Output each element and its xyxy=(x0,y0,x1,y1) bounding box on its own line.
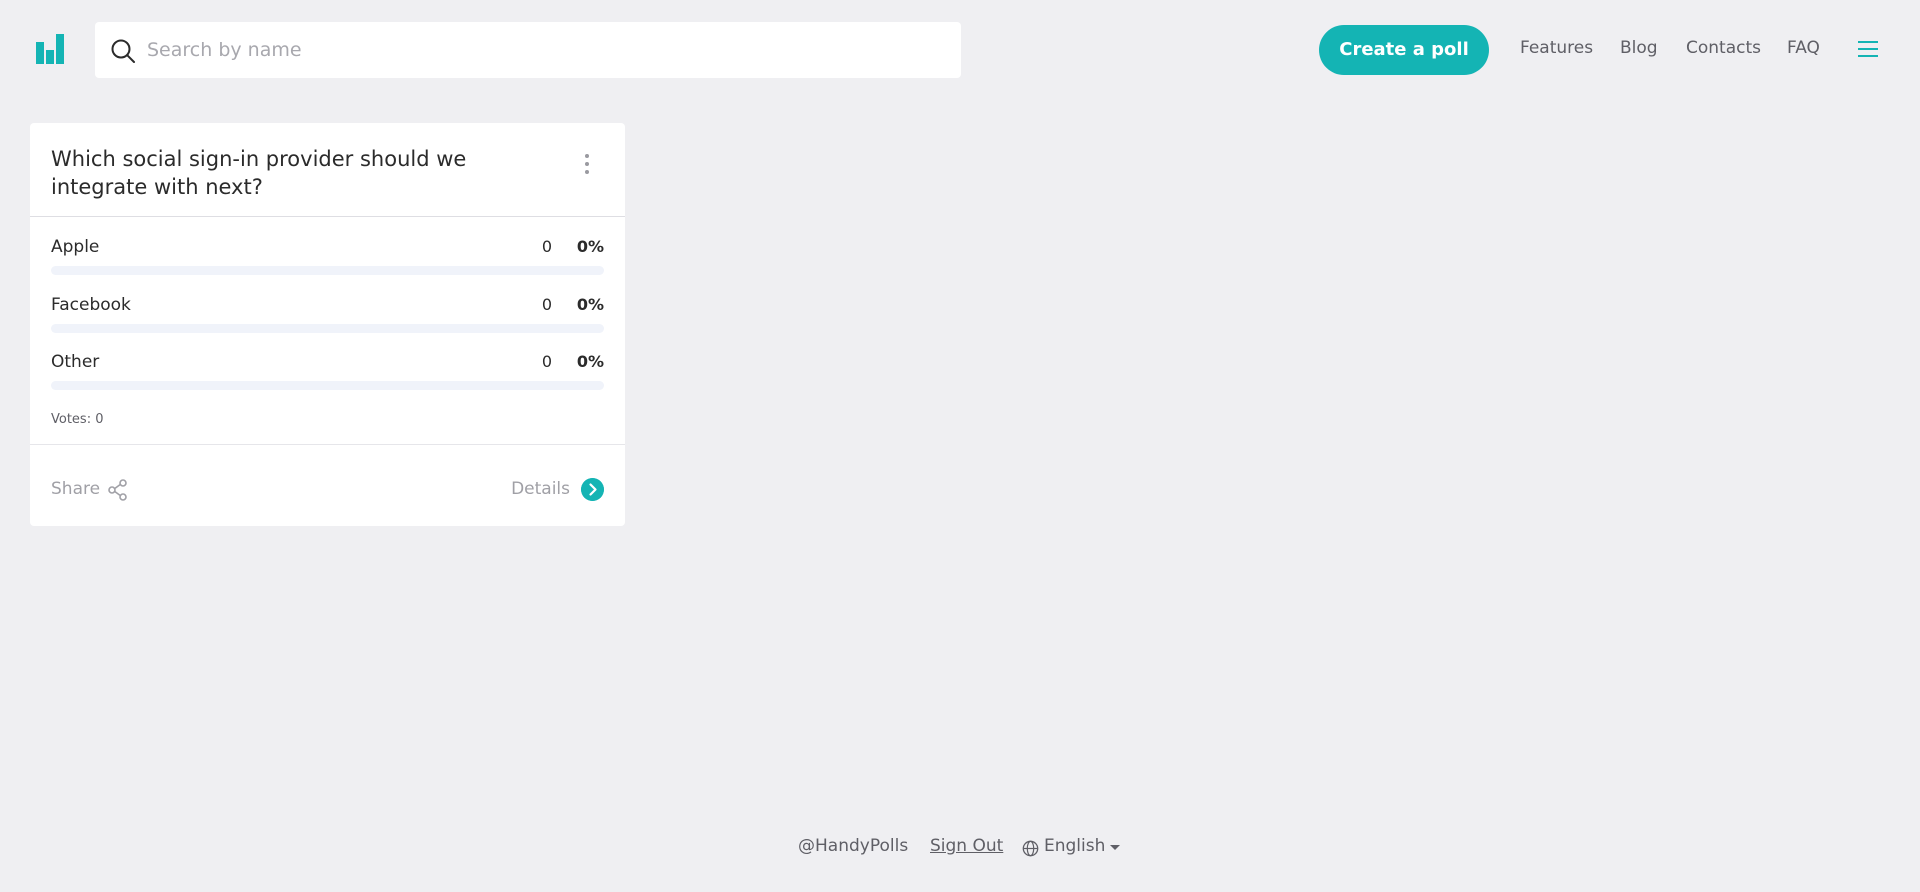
poll-card: Which social sign-in provider should we … xyxy=(30,123,625,526)
search-box[interactable] xyxy=(95,22,961,78)
language-label: English xyxy=(1044,836,1106,856)
create-poll-button[interactable]: Create a poll xyxy=(1319,25,1489,75)
share-icon xyxy=(108,479,127,501)
share-label: Share xyxy=(51,479,101,499)
poll-option: Facebook 0 0% xyxy=(51,295,604,335)
search-icon xyxy=(111,39,135,63)
option-percent: 0% xyxy=(576,295,604,314)
chevron-right-icon xyxy=(581,478,604,501)
poll-option: Other 0 0% xyxy=(51,352,604,392)
divider xyxy=(30,444,625,445)
option-progress-bar xyxy=(51,381,604,390)
option-count: 0 xyxy=(541,295,552,314)
nav-blog[interactable]: Blog xyxy=(1620,38,1658,58)
poll-option: Apple 0 0% xyxy=(51,237,604,277)
search-input[interactable] xyxy=(147,22,947,78)
language-selector[interactable]: English xyxy=(1022,836,1122,860)
option-label: Apple xyxy=(51,237,100,257)
top-header: Create a poll Features Blog Contacts FAQ xyxy=(0,0,1920,100)
poll-title[interactable]: Which social sign-in provider should we … xyxy=(51,145,561,201)
nav-faq[interactable]: FAQ xyxy=(1787,38,1820,58)
hamburger-icon[interactable] xyxy=(1858,39,1880,59)
share-button[interactable]: Share xyxy=(51,475,127,503)
details-button[interactable]: Details xyxy=(504,475,604,503)
bar-chart-icon[interactable] xyxy=(36,34,64,64)
nav-features[interactable]: Features xyxy=(1520,38,1593,58)
option-progress-bar xyxy=(51,324,604,333)
nav-contacts[interactable]: Contacts xyxy=(1686,38,1761,58)
more-options-icon[interactable] xyxy=(582,153,592,175)
divider xyxy=(30,216,625,217)
option-count: 0 xyxy=(541,352,552,371)
option-percent: 0% xyxy=(576,237,604,256)
option-label: Other xyxy=(51,352,100,372)
option-progress-bar xyxy=(51,266,604,275)
footer: @HandyPolls Sign Out English xyxy=(0,836,1920,860)
option-count: 0 xyxy=(541,237,552,256)
globe-icon xyxy=(1022,840,1039,857)
option-label: Facebook xyxy=(51,295,131,315)
votes-count: Votes: 0 xyxy=(51,412,104,427)
details-label: Details xyxy=(511,479,570,499)
option-percent: 0% xyxy=(576,352,604,371)
sign-out-link[interactable]: Sign Out xyxy=(930,836,1003,856)
footer-handle: @HandyPolls xyxy=(798,836,909,856)
caret-down-icon xyxy=(1110,845,1120,850)
